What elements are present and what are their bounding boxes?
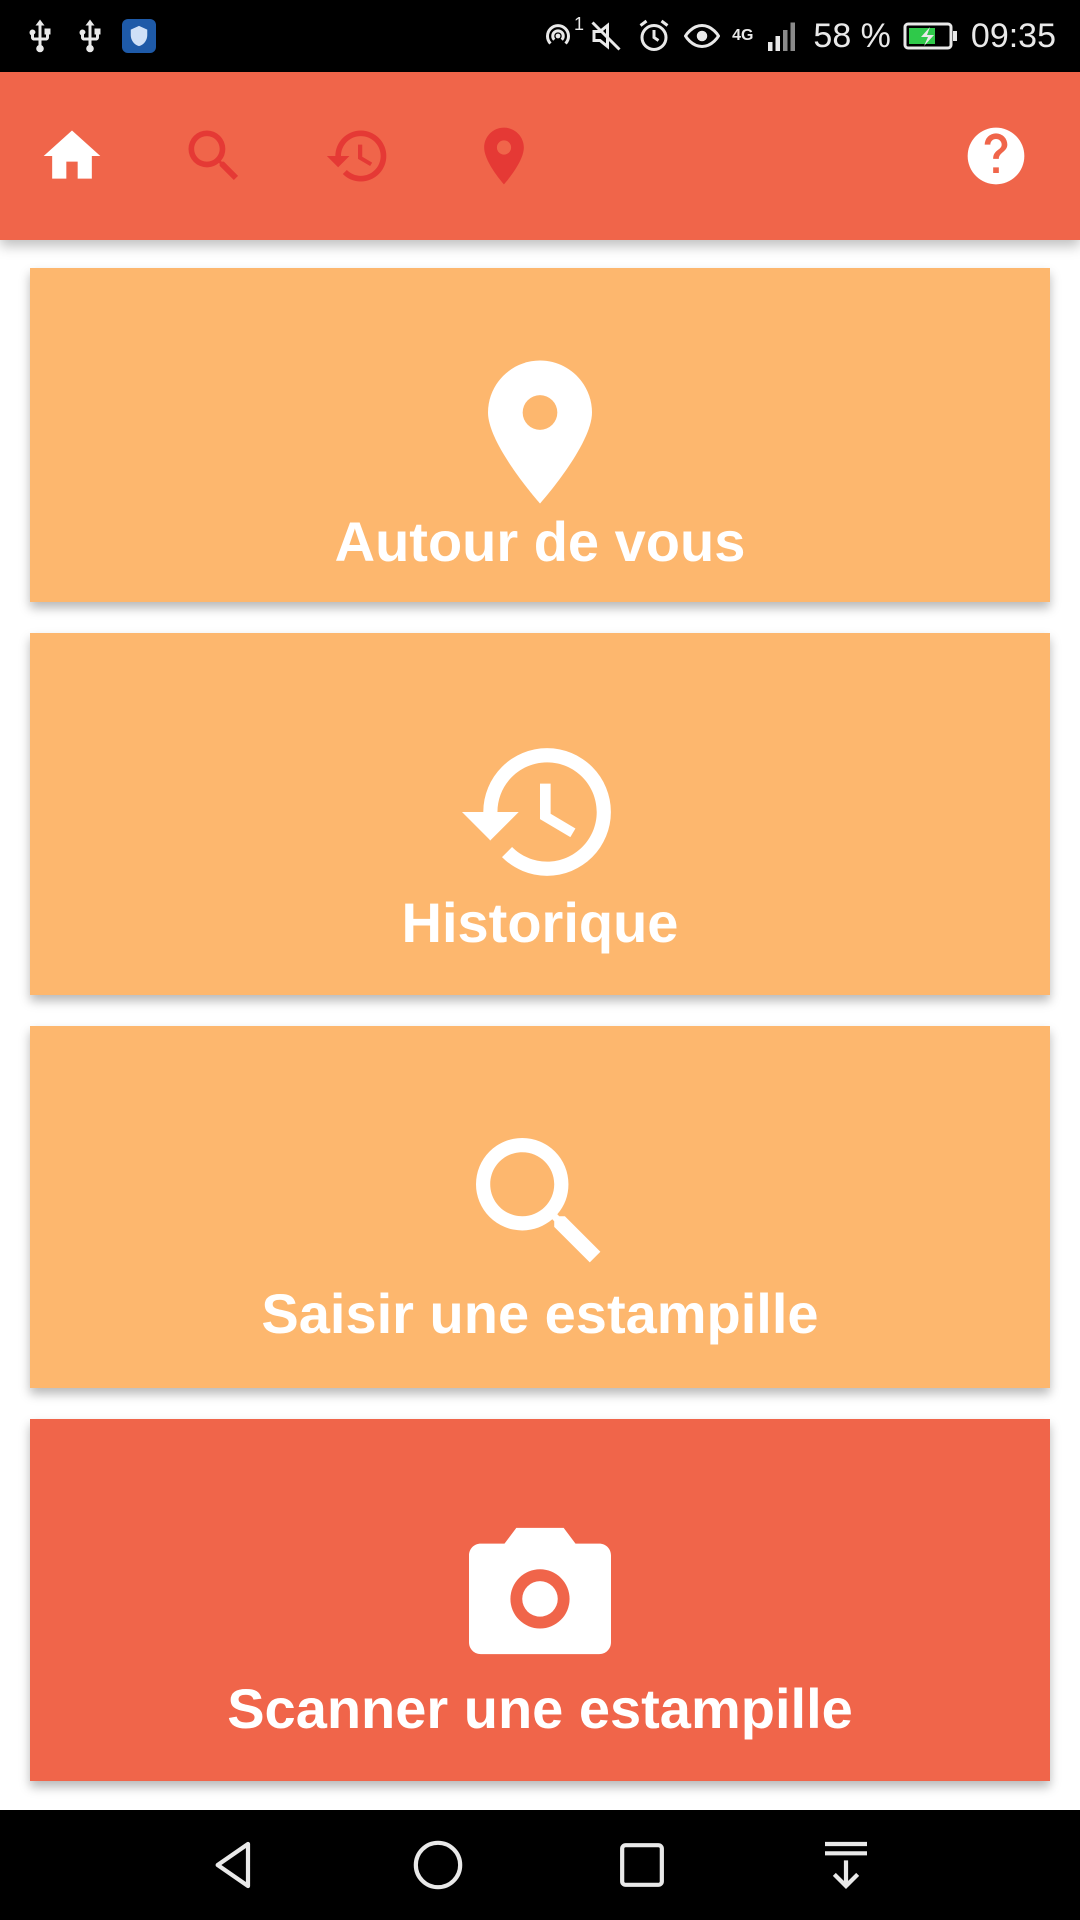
status-left-icons [22, 16, 156, 56]
toolbar-home-button[interactable] [34, 118, 110, 194]
card-label: Autour de vous [334, 510, 746, 573]
hotspot-count: 1 [574, 14, 585, 34]
battery-charging-icon [903, 22, 957, 50]
network-type: 4G [732, 27, 754, 44]
card-label: Saisir une estampille [261, 1282, 819, 1345]
home-circle-icon [413, 1840, 463, 1890]
system-nav-bar [0, 1810, 1080, 1920]
app-toolbar [0, 72, 1080, 240]
nav-back-button[interactable] [204, 1835, 264, 1895]
nav-recents-button[interactable] [612, 1835, 672, 1895]
history-icon [462, 748, 611, 876]
toolbar-help-button[interactable] [958, 118, 1034, 194]
location-pin-icon [488, 360, 592, 504]
mute-icon [591, 21, 621, 51]
usb-icon [79, 19, 101, 53]
shield-app-icon [122, 19, 156, 53]
back-icon [215, 1841, 251, 1889]
card-enter-stamp[interactable]: Saisir une estampille [30, 1026, 1050, 1388]
card-label: Scanner une estampille [227, 1677, 853, 1740]
status-right-icons: 1 4G 58 % 09:35 [540, 14, 1056, 58]
camera-icon [469, 1527, 611, 1655]
notifications-pull-icon [825, 1841, 867, 1889]
location-pin-icon [484, 127, 524, 185]
help-icon [967, 127, 1025, 185]
nav-home-button[interactable] [408, 1835, 468, 1895]
toolbar-history-button[interactable] [320, 118, 396, 194]
search-icon [476, 1138, 601, 1263]
card-around-you[interactable]: Autour de vous [30, 268, 1050, 602]
hotspot-icon: 1 [540, 14, 584, 54]
home-icon [43, 130, 101, 179]
toolbar-location-button[interactable] [466, 118, 542, 194]
status-bar: 1 4G 58 % 09:35 [0, 0, 1080, 72]
usb-icon [29, 19, 51, 53]
clock: 09:35 [970, 17, 1056, 55]
history-icon [326, 130, 387, 182]
alarm-icon [639, 19, 669, 51]
card-label: Historique [401, 891, 679, 954]
nav-notifications-button[interactable] [816, 1835, 876, 1895]
toolbar-search-button[interactable] [176, 118, 252, 194]
main-content: Autour de vous Historique Saisir une est… [0, 240, 1080, 1810]
card-history[interactable]: Historique [30, 633, 1050, 995]
signal-icon [768, 22, 796, 51]
battery-percent: 58 % [813, 17, 891, 55]
card-scan-stamp[interactable]: Scanner une estampille [30, 1419, 1050, 1781]
recents-icon [620, 1843, 664, 1887]
search-icon [188, 130, 239, 181]
eye-icon [684, 23, 721, 49]
